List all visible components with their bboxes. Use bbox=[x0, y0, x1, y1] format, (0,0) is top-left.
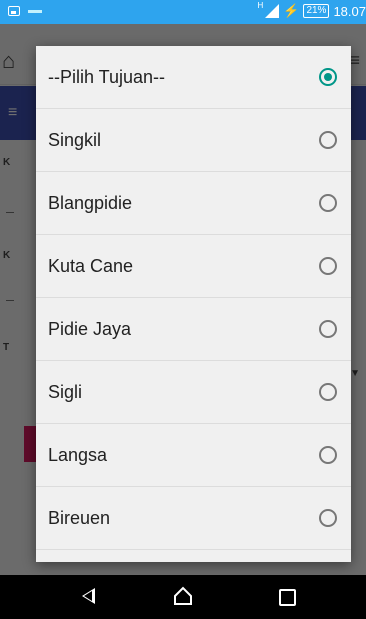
notification-icon bbox=[28, 9, 42, 13]
option-label: Singkil bbox=[48, 129, 102, 150]
radio-unchecked-icon[interactable] bbox=[319, 509, 337, 527]
radio-unchecked-icon[interactable] bbox=[319, 320, 337, 338]
radio-unchecked-icon[interactable] bbox=[319, 194, 337, 212]
radio-checked-icon[interactable] bbox=[319, 68, 337, 86]
radio-unchecked-icon[interactable] bbox=[319, 446, 337, 464]
option-label: Langsa bbox=[48, 444, 108, 465]
image-notification-icon bbox=[8, 6, 20, 16]
option-pilih-tujuan[interactable]: --Pilih Tujuan-- bbox=[36, 46, 351, 109]
option-bireuen[interactable]: Bireuen bbox=[36, 487, 351, 550]
navigation-bar bbox=[0, 575, 366, 619]
option-langsa[interactable]: Langsa bbox=[36, 424, 351, 487]
clock: 18.07 bbox=[333, 3, 366, 19]
battery-level: 21% bbox=[303, 4, 330, 18]
option-label: Bireuen bbox=[48, 507, 111, 528]
destination-picker-dialog: --Pilih Tujuan-- Singkil Blangpidie Kuta… bbox=[36, 46, 351, 562]
status-bar: H ⚡ 21% 18.07 bbox=[0, 0, 366, 24]
recent-apps-icon[interactable] bbox=[279, 589, 296, 606]
option-label: Sigli bbox=[48, 381, 83, 402]
option-label: Pidie Jaya bbox=[48, 318, 132, 339]
network-type: H bbox=[257, 0, 264, 10]
radio-unchecked-icon[interactable] bbox=[319, 257, 337, 275]
home-nav-icon[interactable] bbox=[173, 586, 193, 606]
option-sigli[interactable]: Sigli bbox=[36, 361, 351, 424]
option-label: --Pilih Tujuan-- bbox=[48, 66, 166, 87]
back-icon[interactable] bbox=[82, 588, 95, 604]
option-kuta-cane[interactable]: Kuta Cane bbox=[36, 235, 351, 298]
option-label: Blangpidie bbox=[48, 192, 133, 213]
option-blangpidie[interactable]: Blangpidie bbox=[36, 172, 351, 235]
radio-unchecked-icon[interactable] bbox=[319, 131, 337, 149]
option-singkil[interactable]: Singkil bbox=[36, 109, 351, 172]
option-pidie-jaya[interactable]: Pidie Jaya bbox=[36, 298, 351, 361]
radio-unchecked-icon[interactable] bbox=[319, 383, 337, 401]
option-label: Kuta Cane bbox=[48, 255, 134, 276]
charging-icon: ⚡ bbox=[283, 3, 300, 18]
signal-icon bbox=[265, 4, 280, 18]
option-next-partial[interactable] bbox=[36, 550, 351, 562]
